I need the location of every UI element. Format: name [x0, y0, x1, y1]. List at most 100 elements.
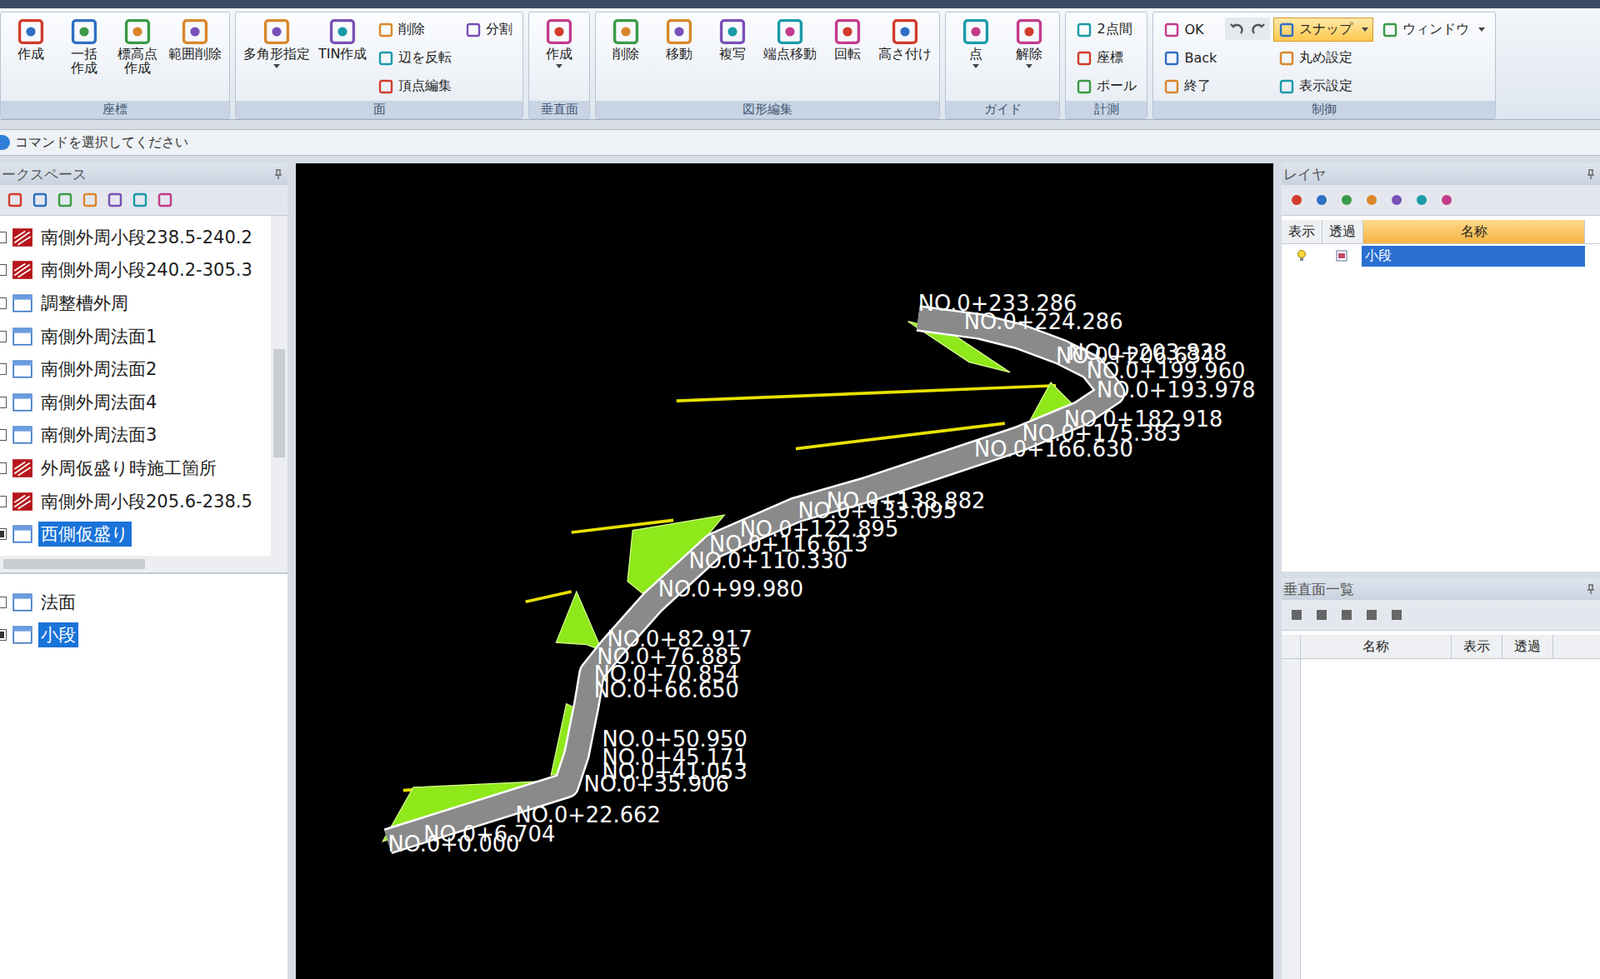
ribbon-button[interactable]: 端点移動	[760, 15, 820, 62]
layer-row[interactable]: 小段	[1281, 244, 1600, 268]
ribbon-button[interactable]: 作成	[534, 15, 585, 69]
toolbar-button-icon[interactable]	[31, 191, 49, 209]
horizontal-scrollbar[interactable]	[0, 555, 288, 575]
ribbon-button[interactable]: 点	[950, 15, 1001, 69]
toolbar-button-icon[interactable]	[1338, 191, 1355, 209]
visible-bulb-icon[interactable]	[1295, 249, 1309, 263]
tree-item[interactable]: 西側仮盛り	[0, 517, 271, 551]
ribbon-button[interactable]: 移動	[654, 15, 705, 62]
pin-icon[interactable]	[274, 169, 283, 180]
ribbon-small-button[interactable]: 2点間	[1070, 17, 1142, 42]
app-window: 作成 一括 作成 標高点 作成 範囲削除 座標 多角形指定 TIN作成 削除 辺…	[0, 0, 1600, 979]
checkbox[interactable]	[0, 231, 7, 244]
toolbar-button-icon[interactable]	[1413, 191, 1430, 209]
column-header[interactable]: 透過	[1502, 635, 1554, 659]
checkbox[interactable]	[0, 297, 7, 310]
toolbar-button-icon[interactable]	[1338, 606, 1355, 624]
column-header[interactable]: 名称	[1300, 635, 1452, 659]
tool-icon	[610, 15, 642, 48]
checkbox[interactable]	[0, 330, 7, 343]
ribbon-small-button[interactable]: OK	[1158, 17, 1222, 42]
toolbar-button-icon[interactable]	[131, 191, 149, 209]
tree-item[interactable]: 南側外周法面2	[0, 352, 271, 386]
toolbar-button-icon[interactable]	[106, 191, 124, 209]
checkbox[interactable]	[0, 429, 7, 441]
ribbon-small-button[interactable]: 削除	[372, 17, 457, 42]
tree-item[interactable]: 南側外周小段205.6-238.5	[0, 485, 271, 519]
list-item[interactable]: 小段	[0, 619, 288, 653]
3d-canvas[interactable]: NO.0+233.286NO.0+224.286NO.0+206.634NO.0…	[295, 163, 1274, 979]
ribbon-button[interactable]: 一括 作成	[59, 15, 110, 76]
toolbar-button-icon[interactable]	[81, 191, 99, 209]
checkbox[interactable]	[0, 264, 7, 276]
ribbon-small-button[interactable]: 分割	[460, 17, 518, 42]
tree-item[interactable]: 南側外周法面3	[0, 419, 271, 453]
ribbon-small-button[interactable]: 終了	[1158, 74, 1222, 99]
tool-icon	[1163, 50, 1180, 67]
ribbon-button[interactable]: 高さ付け	[875, 15, 935, 62]
tree-item[interactable]: 調整槽外周	[0, 286, 271, 320]
pin-icon[interactable]	[1586, 584, 1595, 595]
checkbox[interactable]	[0, 462, 7, 475]
tree-item[interactable]: 南側外周小段240.2-305.3	[0, 254, 271, 288]
checkbox[interactable]	[0, 528, 7, 540]
tree-item[interactable]: 南側外周法面4	[0, 385, 271, 420]
ribbon-button[interactable]: 範囲削除	[165, 15, 225, 62]
column-header[interactable]: 名称	[1363, 220, 1585, 244]
checkbox[interactable]	[0, 495, 7, 508]
column-header[interactable]: 透過	[1322, 220, 1364, 244]
ribbon-button[interactable]: 作成	[5, 15, 56, 62]
tree-item[interactable]: 南側外周小段238.5-240.2	[0, 220, 271, 255]
checkbox[interactable]	[0, 396, 7, 409]
column-header[interactable]: 表示	[1281, 220, 1323, 244]
main-area: ークスペース 南側外周小段238.5-240.2 南側外周小段240.2-305…	[0, 155, 1600, 979]
ribbon-button[interactable]: 複写	[707, 15, 758, 62]
column-header[interactable]: 表示	[1451, 635, 1503, 659]
list-item[interactable]: 法面	[0, 585, 288, 620]
pin-icon[interactable]	[1586, 169, 1595, 180]
toolbar-button-icon[interactable]	[1313, 606, 1330, 624]
toolbar-button-icon[interactable]	[1388, 606, 1405, 624]
ribbon-small-button[interactable]: 頂点編集	[372, 74, 457, 99]
ribbon-button[interactable]: 回転	[822, 15, 873, 62]
ribbon-button[interactable]: 解除	[1004, 15, 1055, 69]
ribbon-small-button[interactable]: ポール	[1070, 74, 1142, 99]
undo-icon[interactable]	[1228, 20, 1245, 38]
ribbon-button[interactable]: TIN作成	[315, 15, 370, 62]
tree-item[interactable]: 南側外周法面1	[0, 320, 271, 354]
toolbar-button-icon[interactable]	[1363, 191, 1380, 209]
ribbon-button[interactable]: 多角形指定	[240, 15, 313, 69]
ribbon-small-button[interactable]: Back	[1158, 45, 1222, 70]
checkbox[interactable]	[0, 629, 7, 641]
ribbon-small-button[interactable]: スナップ	[1273, 17, 1374, 42]
ribbon-small-button[interactable]: ウィンドウ	[1376, 17, 1490, 42]
checkbox[interactable]	[0, 363, 7, 375]
toolbar-button-icon[interactable]	[156, 191, 174, 209]
dropdown-arrow-icon	[555, 64, 563, 69]
group-icon	[11, 358, 34, 380]
tool-icon	[465, 21, 482, 39]
toolbar-button-icon[interactable]	[1288, 191, 1305, 209]
checkbox[interactable]	[0, 596, 7, 609]
redo-icon[interactable]	[1250, 20, 1267, 38]
ribbon-button[interactable]: 標高点 作成	[112, 15, 163, 76]
group-icon	[11, 292, 34, 315]
toolbar-button-icon[interactable]	[56, 191, 74, 209]
ribbon-small-button[interactable]: 座標	[1070, 45, 1142, 70]
vertical-scrollbar[interactable]	[270, 215, 288, 556]
toolbar-button-icon[interactable]	[1313, 191, 1330, 209]
ribbon-button[interactable]: 削除	[600, 15, 651, 62]
ribbon-group: 作成 垂直面	[528, 11, 590, 120]
surface-icon	[11, 226, 34, 249]
ribbon-small-button[interactable]: 表示設定	[1273, 74, 1374, 99]
toolbar-button-icon[interactable]	[6, 191, 24, 209]
toolbar-button-icon[interactable]	[1388, 191, 1405, 209]
tool-icon	[831, 15, 864, 48]
tree-item[interactable]: 外周仮盛り時施工箇所	[0, 451, 271, 485]
toolbar-button-icon[interactable]	[1438, 191, 1455, 209]
ribbon-small-button[interactable]: 丸め設定	[1273, 45, 1374, 70]
toolbar-button-icon[interactable]	[1363, 606, 1380, 624]
vertical-table-header: 名称表示透過	[1281, 635, 1600, 660]
ribbon-small-button[interactable]: 辺を反転	[372, 45, 457, 70]
toolbar-button-icon[interactable]	[1288, 606, 1305, 624]
